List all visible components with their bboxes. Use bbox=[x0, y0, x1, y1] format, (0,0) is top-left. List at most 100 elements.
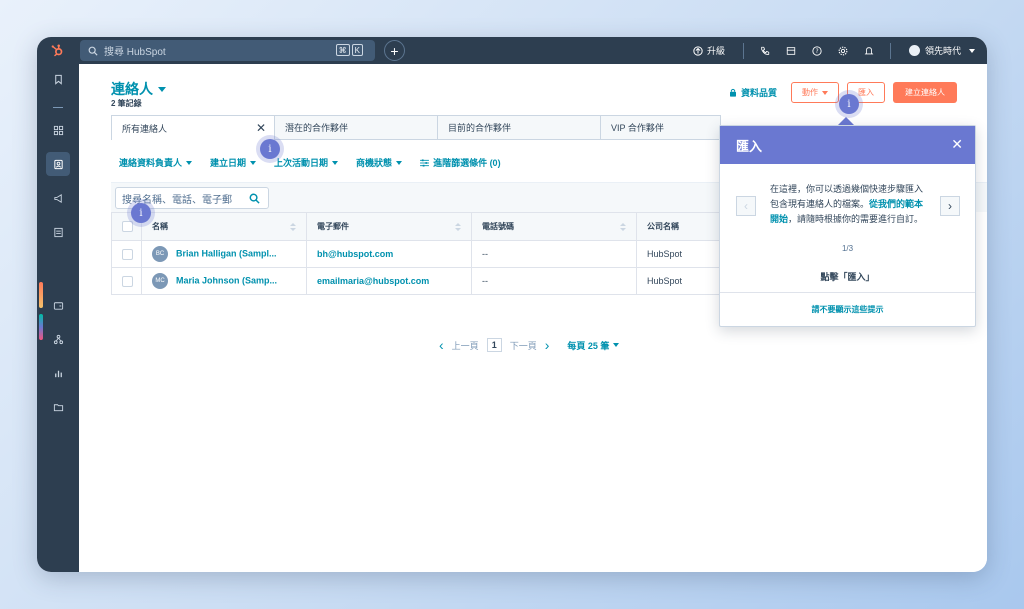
marketplace-icon[interactable] bbox=[781, 37, 801, 64]
popover-arrow bbox=[838, 117, 854, 125]
upgrade-icon bbox=[693, 45, 703, 56]
filter-bar: 連絡資料負責人 建立日期 上次活動日期 商機狀態 進階篩選條件 (0) bbox=[119, 156, 501, 169]
contact-email-cell: bh@hubspot.com bbox=[306, 240, 472, 268]
lock-icon bbox=[729, 88, 736, 97]
bookmarks-icon[interactable] bbox=[46, 67, 70, 91]
filter-create-date[interactable]: 建立日期 bbox=[210, 156, 257, 169]
tab-label: VIP 合作夥伴 bbox=[611, 123, 664, 133]
table-row[interactable]: BC Brian Halligan (Sampl... bh@hubspot.co… bbox=[111, 240, 747, 268]
data-quality-link[interactable]: 資料品質 bbox=[729, 86, 777, 99]
account-name: 領先時代 bbox=[924, 46, 961, 56]
user-avatar bbox=[908, 45, 920, 56]
filter-label: 連絡資料負責人 bbox=[119, 158, 183, 168]
chevron-down-icon bbox=[969, 48, 975, 53]
filter-lead-status[interactable]: 商機狀態 bbox=[356, 156, 403, 169]
popover-next-button[interactable]: › bbox=[940, 196, 960, 216]
sales-wallet-icon[interactable] bbox=[46, 293, 70, 317]
advanced-filters-button[interactable]: 進階篩選條件 (0) bbox=[420, 156, 501, 169]
global-search-input[interactable]: 搜尋 HubSpot ⌘ K bbox=[80, 40, 375, 61]
page-title-text: 連絡人 bbox=[111, 81, 153, 97]
popover-prev-button[interactable]: ‹ bbox=[736, 196, 756, 216]
tab-all-contacts[interactable]: 所有連絡人 ✕ bbox=[111, 115, 275, 140]
chevron-right-icon[interactable]: › bbox=[545, 337, 550, 353]
settings-gear-icon[interactable] bbox=[833, 37, 853, 64]
current-page-number[interactable]: 1 bbox=[486, 338, 502, 352]
create-contact-button[interactable]: 建立連絡人 bbox=[893, 82, 957, 103]
marketing-megaphone-icon[interactable] bbox=[46, 186, 70, 210]
popover-header: 匯入 bbox=[720, 126, 975, 164]
tour-beacon-search[interactable]: i bbox=[131, 203, 151, 223]
tab-current-partners[interactable]: 目前的合作夥伴 bbox=[438, 115, 601, 140]
per-page-dropdown[interactable]: 每頁 25 筆 bbox=[567, 339, 620, 352]
column-header-email[interactable]: 電子郵件 bbox=[306, 212, 472, 241]
help-icon[interactable]: ? bbox=[807, 37, 827, 64]
reports-bar-chart-icon[interactable] bbox=[46, 361, 70, 385]
close-icon[interactable]: ✕ bbox=[256, 121, 266, 135]
phone-icon[interactable] bbox=[755, 37, 775, 64]
upgrade-button[interactable]: 升級 bbox=[693, 44, 725, 57]
chevron-left-icon[interactable]: ‹ bbox=[439, 337, 444, 353]
chevron-down-icon bbox=[250, 160, 257, 165]
keyboard-shortcut: ⌘ K bbox=[335, 44, 363, 56]
column-header-phone[interactable]: 電話號碼 bbox=[471, 212, 637, 241]
workspaces-grid-icon[interactable] bbox=[46, 118, 70, 142]
cmd-key: ⌘ bbox=[335, 44, 350, 56]
select-all-checkbox[interactable] bbox=[122, 221, 133, 232]
upgrade-label: 升級 bbox=[706, 46, 725, 56]
filter-label: 建立日期 bbox=[210, 158, 247, 168]
hubspot-logo-icon[interactable] bbox=[37, 37, 79, 64]
tab-label: 目前的合作夥伴 bbox=[448, 123, 512, 133]
search-icon bbox=[88, 46, 98, 56]
tab-label: 潛在的合作夥伴 bbox=[285, 123, 349, 133]
filter-last-activity-date[interactable]: 上次活動日期 bbox=[274, 156, 339, 169]
tab-vip-partners[interactable]: VIP 合作夥伴 bbox=[601, 115, 721, 140]
top-right-tools: 升級 ? 領先時代 bbox=[693, 37, 975, 64]
global-search-placeholder: 搜尋 HubSpot bbox=[104, 47, 166, 58]
contact-email-link[interactable]: emailmaria@hubspot.com bbox=[317, 276, 429, 286]
advanced-filters-label: 進階篩選條件 (0) bbox=[433, 158, 501, 168]
notifications-bell-icon[interactable] bbox=[859, 37, 879, 64]
column-header-name[interactable]: 名稱 bbox=[141, 212, 307, 241]
page-title[interactable]: 連絡人 bbox=[111, 79, 166, 99]
content-document-icon[interactable] bbox=[46, 220, 70, 244]
contact-email-cell: emailmaria@hubspot.com bbox=[306, 267, 472, 295]
left-sidebar bbox=[37, 64, 79, 572]
plus-icon: + bbox=[390, 42, 399, 59]
contacts-icon[interactable] bbox=[46, 152, 70, 176]
library-folder-icon[interactable] bbox=[46, 395, 70, 419]
row-checkbox[interactable] bbox=[122, 248, 133, 260]
popover-title: 匯入 bbox=[736, 138, 763, 154]
record-count: 2 筆記錄 bbox=[111, 99, 142, 108]
sidebar-color-accent bbox=[39, 282, 43, 308]
pagination: ‹ 上一頁 1 下一頁 › 每頁 25 筆 bbox=[439, 337, 620, 353]
filter-contact-owner[interactable]: 連絡資料負責人 bbox=[119, 156, 193, 169]
tab-potential-partners[interactable]: 潛在的合作夥伴 bbox=[275, 115, 438, 140]
tour-beacon-filters[interactable]: i bbox=[260, 139, 280, 159]
tour-beacon-import[interactable]: i bbox=[839, 94, 859, 114]
next-page-button[interactable]: 下一頁 bbox=[510, 339, 537, 352]
column-label: 電子郵件 bbox=[317, 222, 349, 231]
chevron-down-icon bbox=[396, 160, 403, 165]
close-icon[interactable]: ✕ bbox=[951, 136, 963, 153]
row-checkbox[interactable] bbox=[122, 275, 133, 287]
contacts-table: 名稱 電子郵件 電話號碼 公司名稱 BC Brian Halligan (Samp… bbox=[111, 212, 747, 295]
k-key: K bbox=[351, 44, 363, 56]
create-new-button[interactable]: + bbox=[384, 40, 405, 61]
chevron-down-icon bbox=[822, 90, 828, 95]
popover-instruction: 點擊「匯入」 bbox=[820, 272, 875, 282]
contact-avatar: BC bbox=[152, 246, 168, 262]
prev-page-button[interactable]: 上一頁 bbox=[452, 339, 479, 352]
contact-email-link[interactable]: bh@hubspot.com bbox=[317, 249, 393, 259]
contact-phone-cell: -- bbox=[471, 240, 637, 268]
table-row[interactable]: MC Maria Johnson (Samp... emailmaria@hubs… bbox=[111, 267, 747, 295]
row-select-cell bbox=[111, 240, 142, 268]
popover-body: 在這裡，你可以透過幾個快速步驟匯入包含現有連絡人的檔案。從我們的範本開始，請隨時… bbox=[770, 182, 930, 227]
account-menu[interactable]: 領先時代 bbox=[908, 44, 975, 57]
service-network-icon[interactable] bbox=[46, 327, 70, 351]
sort-icon bbox=[620, 223, 626, 231]
contact-name-link[interactable]: Brian Halligan (Sampl... bbox=[176, 248, 277, 258]
toolbar-divider bbox=[742, 42, 744, 59]
contact-name-link[interactable]: Maria Johnson (Samp... bbox=[176, 275, 277, 285]
actions-dropdown-button[interactable]: 動作 bbox=[791, 82, 839, 103]
dismiss-tips-link[interactable]: 請不要顯示這些提示 bbox=[720, 292, 975, 326]
